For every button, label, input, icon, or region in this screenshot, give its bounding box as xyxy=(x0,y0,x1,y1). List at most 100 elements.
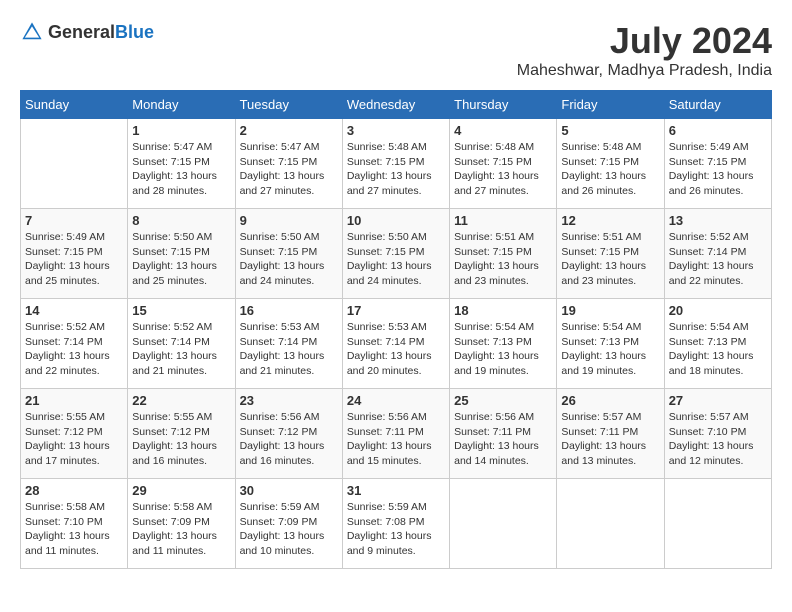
day-number: 24 xyxy=(347,393,445,408)
calendar-day-cell: 29Sunrise: 5:58 AM Sunset: 7:09 PM Dayli… xyxy=(128,479,235,569)
day-info: Sunrise: 5:52 AM Sunset: 7:14 PM Dayligh… xyxy=(669,231,754,287)
day-number: 11 xyxy=(454,213,552,228)
day-number: 28 xyxy=(25,483,123,498)
calendar-day-cell: 27 Sunrise: 5:57 AM Sunset: 7:10 PM Dayli… xyxy=(664,389,771,479)
weekday-header-cell: Sunday xyxy=(21,91,128,119)
day-number: 23 xyxy=(240,393,338,408)
calendar-day-cell xyxy=(664,479,771,569)
day-info: Sunrise: 5:47 AM Sunset: 7:15 PM Dayligh… xyxy=(240,141,325,197)
weekday-header-cell: Thursday xyxy=(450,91,557,119)
calendar-day-cell: 13 Sunrise: 5:52 AM Sunset: 7:14 PM Dayli… xyxy=(664,209,771,299)
day-info: Sunrise: 5:59 AM Sunset: 7:08 PM Dayligh… xyxy=(347,501,432,557)
day-number: 21 xyxy=(25,393,123,408)
calendar-day-cell: 20 Sunrise: 5:54 AM Sunset: 7:13 PM Dayli… xyxy=(664,299,771,389)
day-info: Sunrise: 5:57 AM Sunset: 7:11 PM Dayligh… xyxy=(561,411,646,467)
calendar-day-cell: 3 Sunrise: 5:48 AM Sunset: 7:15 PM Daylig… xyxy=(342,119,449,209)
day-info: Sunrise: 5:51 AM Sunset: 7:15 PM Dayligh… xyxy=(561,231,646,287)
day-info: Sunrise: 5:54 AM Sunset: 7:13 PM Dayligh… xyxy=(561,321,646,377)
day-info: Sunrise: 5:49 AM Sunset: 7:15 PM Dayligh… xyxy=(25,231,110,287)
day-info: Sunrise: 5:54 AM Sunset: 7:13 PM Dayligh… xyxy=(454,321,539,377)
weekday-header-cell: Friday xyxy=(557,91,664,119)
day-info: Sunrise: 5:47 AM Sunset: 7:15 PM Dayligh… xyxy=(132,141,217,197)
day-info: Sunrise: 5:59 AM Sunset: 7:09 PM Dayligh… xyxy=(240,501,325,557)
calendar-header-row: SundayMondayTuesdayWednesdayThursdayFrid… xyxy=(21,91,772,119)
day-number: 27 xyxy=(669,393,767,408)
calendar-day-cell: 11 Sunrise: 5:51 AM Sunset: 7:15 PM Dayli… xyxy=(450,209,557,299)
day-info: Sunrise: 5:48 AM Sunset: 7:15 PM Dayligh… xyxy=(347,141,432,197)
calendar-day-cell: 18 Sunrise: 5:54 AM Sunset: 7:13 PM Dayli… xyxy=(450,299,557,389)
calendar-day-cell: 22 Sunrise: 5:55 AM Sunset: 7:12 PM Dayli… xyxy=(128,389,235,479)
day-number: 7 xyxy=(25,213,123,228)
day-info: Sunrise: 5:54 AM Sunset: 7:13 PM Dayligh… xyxy=(669,321,754,377)
day-info: Sunrise: 5:56 AM Sunset: 7:12 PM Dayligh… xyxy=(240,411,325,467)
day-number: 4 xyxy=(454,123,552,138)
day-info: Sunrise: 5:48 AM Sunset: 7:15 PM Dayligh… xyxy=(561,141,646,197)
weekday-header-cell: Saturday xyxy=(664,91,771,119)
day-info: Sunrise: 5:49 AM Sunset: 7:15 PM Dayligh… xyxy=(669,141,754,197)
calendar-week-row: 7 Sunrise: 5:49 AM Sunset: 7:15 PM Daylig… xyxy=(21,209,772,299)
day-info: Sunrise: 5:50 AM Sunset: 7:15 PM Dayligh… xyxy=(347,231,432,287)
day-number: 6 xyxy=(669,123,767,138)
calendar-week-row: 1 Sunrise: 5:47 AM Sunset: 7:15 PM Daylig… xyxy=(21,119,772,209)
calendar-day-cell: 21 Sunrise: 5:55 AM Sunset: 7:12 PM Dayli… xyxy=(21,389,128,479)
day-info: Sunrise: 5:56 AM Sunset: 7:11 PM Dayligh… xyxy=(454,411,539,467)
calendar-day-cell: 28Sunrise: 5:58 AM Sunset: 7:10 PM Dayli… xyxy=(21,479,128,569)
day-number: 8 xyxy=(132,213,230,228)
calendar-day-cell: 15Sunrise: 5:52 AM Sunset: 7:14 PM Dayli… xyxy=(128,299,235,389)
day-info: Sunrise: 5:48 AM Sunset: 7:15 PM Dayligh… xyxy=(454,141,539,197)
day-info: Sunrise: 5:55 AM Sunset: 7:12 PM Dayligh… xyxy=(132,411,217,467)
day-number: 25 xyxy=(454,393,552,408)
day-number: 12 xyxy=(561,213,659,228)
calendar-week-row: 21 Sunrise: 5:55 AM Sunset: 7:12 PM Dayli… xyxy=(21,389,772,479)
day-number: 20 xyxy=(669,303,767,318)
day-number: 9 xyxy=(240,213,338,228)
calendar-day-cell: 25 Sunrise: 5:56 AM Sunset: 7:11 PM Dayli… xyxy=(450,389,557,479)
calendar-day-cell: 6 Sunrise: 5:49 AM Sunset: 7:15 PM Daylig… xyxy=(664,119,771,209)
logo-icon xyxy=(20,20,44,44)
calendar-day-cell: 9 Sunrise: 5:50 AM Sunset: 7:15 PM Daylig… xyxy=(235,209,342,299)
day-number: 22 xyxy=(132,393,230,408)
day-number: 5 xyxy=(561,123,659,138)
calendar-day-cell xyxy=(21,119,128,209)
day-number: 30 xyxy=(240,483,338,498)
calendar-week-row: 28Sunrise: 5:58 AM Sunset: 7:10 PM Dayli… xyxy=(21,479,772,569)
day-number: 19 xyxy=(561,303,659,318)
calendar-day-cell: 2 Sunrise: 5:47 AM Sunset: 7:15 PM Daylig… xyxy=(235,119,342,209)
calendar-day-cell: 17Sunrise: 5:53 AM Sunset: 7:14 PM Dayli… xyxy=(342,299,449,389)
calendar-day-cell: 5 Sunrise: 5:48 AM Sunset: 7:15 PM Daylig… xyxy=(557,119,664,209)
weekday-header-cell: Wednesday xyxy=(342,91,449,119)
calendar-day-cell: 23 Sunrise: 5:56 AM Sunset: 7:12 PM Dayli… xyxy=(235,389,342,479)
logo-text-blue: Blue xyxy=(115,22,154,42)
calendar-day-cell: 8 Sunrise: 5:50 AM Sunset: 7:15 PM Daylig… xyxy=(128,209,235,299)
month-year-title: July 2024 xyxy=(517,20,772,62)
day-number: 2 xyxy=(240,123,338,138)
calendar-day-cell: 24 Sunrise: 5:56 AM Sunset: 7:11 PM Dayli… xyxy=(342,389,449,479)
calendar-day-cell: 7 Sunrise: 5:49 AM Sunset: 7:15 PM Daylig… xyxy=(21,209,128,299)
day-number: 18 xyxy=(454,303,552,318)
calendar-day-cell: 10Sunrise: 5:50 AM Sunset: 7:15 PM Dayli… xyxy=(342,209,449,299)
calendar-table: SundayMondayTuesdayWednesdayThursdayFrid… xyxy=(20,90,772,569)
day-number: 15 xyxy=(132,303,230,318)
day-number: 3 xyxy=(347,123,445,138)
calendar-day-cell: 1 Sunrise: 5:47 AM Sunset: 7:15 PM Daylig… xyxy=(128,119,235,209)
day-number: 16 xyxy=(240,303,338,318)
day-info: Sunrise: 5:58 AM Sunset: 7:09 PM Dayligh… xyxy=(132,501,217,557)
calendar-day-cell: 19 Sunrise: 5:54 AM Sunset: 7:13 PM Dayli… xyxy=(557,299,664,389)
day-number: 1 xyxy=(132,123,230,138)
day-info: Sunrise: 5:50 AM Sunset: 7:15 PM Dayligh… xyxy=(132,231,217,287)
day-number: 13 xyxy=(669,213,767,228)
day-info: Sunrise: 5:56 AM Sunset: 7:11 PM Dayligh… xyxy=(347,411,432,467)
calendar-day-cell xyxy=(557,479,664,569)
day-info: Sunrise: 5:55 AM Sunset: 7:12 PM Dayligh… xyxy=(25,411,110,467)
calendar-day-cell: 30 Sunrise: 5:59 AM Sunset: 7:09 PM Dayli… xyxy=(235,479,342,569)
day-info: Sunrise: 5:52 AM Sunset: 7:14 PM Dayligh… xyxy=(25,321,110,377)
day-number: 26 xyxy=(561,393,659,408)
day-info: Sunrise: 5:51 AM Sunset: 7:15 PM Dayligh… xyxy=(454,231,539,287)
day-info: Sunrise: 5:50 AM Sunset: 7:15 PM Dayligh… xyxy=(240,231,325,287)
calendar-day-cell: 12 Sunrise: 5:51 AM Sunset: 7:15 PM Dayli… xyxy=(557,209,664,299)
day-number: 31 xyxy=(347,483,445,498)
day-info: Sunrise: 5:53 AM Sunset: 7:14 PM Dayligh… xyxy=(240,321,325,377)
day-info: Sunrise: 5:53 AM Sunset: 7:14 PM Dayligh… xyxy=(347,321,432,377)
day-info: Sunrise: 5:57 AM Sunset: 7:10 PM Dayligh… xyxy=(669,411,754,467)
weekday-header-cell: Tuesday xyxy=(235,91,342,119)
